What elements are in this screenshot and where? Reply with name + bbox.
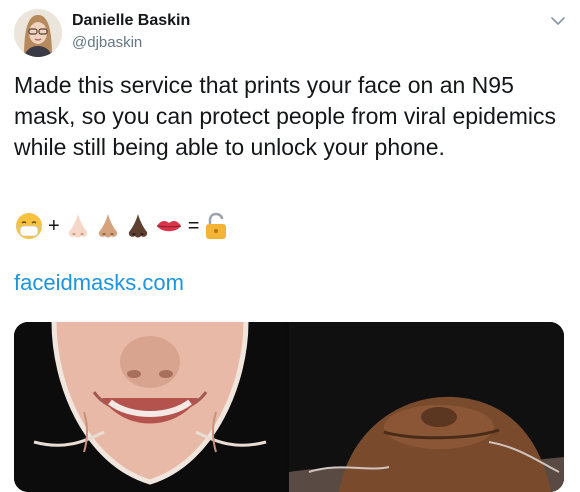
- nose-dark-emoji: [124, 211, 152, 241]
- media-photo-smiling-mask[interactable]: [14, 322, 286, 492]
- author-name[interactable]: Danielle Baskin: [72, 12, 190, 30]
- equals-operator: =: [187, 214, 200, 237]
- tweet-link[interactable]: faceidmasks.com: [14, 270, 184, 296]
- lips-emoji: [154, 211, 184, 241]
- tweet: Danielle Baskin @djbaskin Made this serv…: [0, 0, 580, 492]
- chevron-down-icon[interactable]: [549, 14, 567, 28]
- mask-face-emoji: [14, 211, 44, 241]
- plus-operator: +: [48, 214, 60, 237]
- media-photo-reclining-mask[interactable]: [289, 322, 564, 492]
- emoji-equation: + =: [14, 210, 229, 242]
- media-gallery[interactable]: [14, 322, 564, 492]
- avatar[interactable]: [14, 9, 62, 57]
- unlocked-padlock-emoji: [203, 211, 229, 241]
- tweet-text: Made this service that prints your face …: [14, 72, 557, 160]
- nose-medium-emoji: [94, 211, 122, 241]
- author-handle[interactable]: @djbaskin: [72, 34, 142, 51]
- nose-light-emoji: [64, 211, 92, 241]
